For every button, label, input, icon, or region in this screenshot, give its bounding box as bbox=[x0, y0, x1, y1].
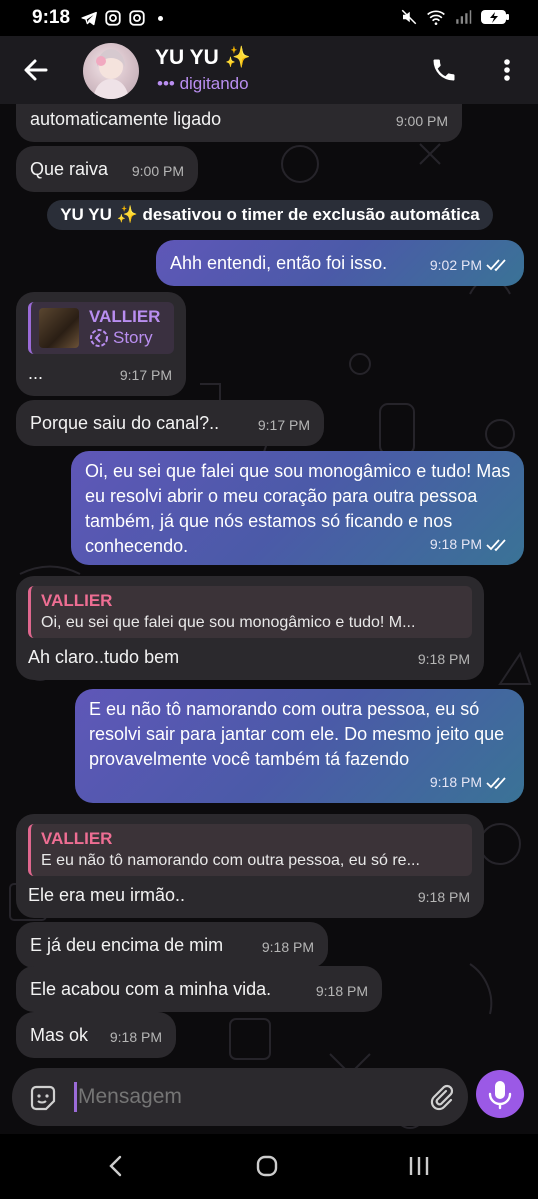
message-incoming[interactable]: VALLIER E eu não tô namorando com outra … bbox=[16, 814, 484, 918]
message-outgoing[interactable]: Oi, eu sei que falei que sou monogâmico … bbox=[71, 451, 524, 565]
typing-status: ••• digitando bbox=[157, 74, 249, 93]
nav-recents-icon[interactable] bbox=[405, 1154, 433, 1178]
story-sender: VALLIER bbox=[89, 307, 161, 326]
contact-name[interactable]: YU YU ✨ bbox=[155, 46, 251, 70]
avatar-image bbox=[93, 49, 129, 99]
message-text: Ah claro..tudo bem bbox=[28, 647, 180, 667]
mute-icon bbox=[401, 9, 417, 25]
reply-quote[interactable]: VALLIER E eu não tô namorando com outra … bbox=[28, 824, 472, 876]
message-input-container[interactable] bbox=[12, 1068, 468, 1126]
service-message: YU YU ✨ desativou o timer de exclusão au… bbox=[47, 200, 493, 230]
message-time: 9:18 PM bbox=[429, 774, 482, 790]
phone-icon[interactable] bbox=[430, 56, 458, 84]
message-input[interactable] bbox=[78, 1082, 408, 1112]
message-time: 9:17 PM bbox=[257, 417, 310, 433]
message-time: 9:18 PM bbox=[315, 983, 368, 999]
nav-back-icon[interactable] bbox=[104, 1154, 128, 1178]
telegram-icon bbox=[81, 11, 97, 26]
reply-text: E eu não tô namorando com outra pessoa, … bbox=[41, 852, 420, 869]
story-label: Story bbox=[113, 328, 153, 347]
message-incoming[interactable]: VALLIER Oi, eu sei que falei que sou mon… bbox=[16, 576, 484, 680]
message-time: 9:18 PM bbox=[417, 651, 470, 667]
microphone-button[interactable] bbox=[476, 1070, 524, 1118]
chat-header: YU YU ✨ ••• digitando bbox=[0, 36, 538, 104]
signal-icon bbox=[456, 10, 472, 24]
reply-quote[interactable]: VALLIER Oi, eu sei que falei que sou mon… bbox=[28, 586, 472, 638]
story-thumbnail bbox=[39, 308, 79, 348]
reply-text: Oi, eu sei que falei que sou monogâmico … bbox=[41, 614, 416, 631]
instagram-icon bbox=[129, 10, 145, 26]
status-time: 9:18 bbox=[32, 7, 71, 28]
message-time: 9:18 PM bbox=[109, 1029, 162, 1045]
text-cursor bbox=[74, 1082, 77, 1112]
message-time: 9:18 PM bbox=[261, 939, 314, 955]
message-incoming[interactable]: automaticamente ligado 9:00 PM bbox=[16, 104, 462, 142]
message-outgoing[interactable]: E eu não tô namorando com outra pessoa, … bbox=[75, 689, 524, 803]
message-incoming[interactable]: VALLIER Story ... 9:17 PM bbox=[16, 292, 186, 396]
more-options-icon[interactable] bbox=[498, 56, 516, 84]
instagram-icon bbox=[105, 10, 121, 26]
message-time: 9:18 PM bbox=[429, 536, 482, 552]
reply-sender: VALLIER bbox=[41, 829, 113, 848]
back-arrow-icon[interactable] bbox=[20, 54, 52, 86]
wifi-icon bbox=[427, 10, 445, 25]
message-time: 9:02 PM bbox=[429, 257, 482, 273]
message-text: automaticamente ligado bbox=[30, 109, 222, 129]
message-time: 9:00 PM bbox=[131, 163, 184, 179]
message-outgoing[interactable]: Ahh entendi, então foi isso. 9:02 PM bbox=[156, 240, 524, 286]
story-preview[interactable]: VALLIER Story bbox=[28, 302, 174, 354]
message-incoming[interactable]: Mas ok 9:18 PM bbox=[16, 1012, 176, 1058]
double-check-icon bbox=[486, 259, 506, 272]
message-text: E eu não tô namorando com outra pessoa, … bbox=[89, 699, 505, 769]
notification-dot-icon bbox=[158, 15, 163, 21]
avatar[interactable] bbox=[83, 43, 139, 99]
status-bar: 9:18 bbox=[0, 0, 538, 36]
battery-icon bbox=[481, 10, 509, 24]
message-time: 9:17 PM bbox=[119, 367, 172, 383]
reply-sender: VALLIER bbox=[41, 591, 113, 610]
story-icon bbox=[90, 329, 108, 347]
nav-home-icon[interactable] bbox=[255, 1154, 279, 1178]
message-composer bbox=[0, 1062, 538, 1134]
system-nav-bar bbox=[0, 1134, 538, 1199]
message-time: 9:18 PM bbox=[417, 889, 470, 905]
message-incoming[interactable]: Que raiva 9:00 PM bbox=[16, 146, 198, 192]
attachment-icon[interactable] bbox=[426, 1082, 456, 1112]
message-time: 9:00 PM bbox=[395, 113, 448, 129]
microphone-icon bbox=[488, 1081, 512, 1110]
message-incoming[interactable]: E já deu encima de mim 9:18 PM bbox=[16, 922, 328, 968]
chat-area[interactable]: automaticamente ligado 9:00 PM Que raiva… bbox=[0, 104, 538, 1148]
message-incoming[interactable]: Ele acabou com a minha vida. 9:18 PM bbox=[16, 966, 382, 1012]
sticker-emoji-icon[interactable] bbox=[28, 1083, 58, 1113]
double-check-icon bbox=[486, 776, 506, 789]
double-check-icon bbox=[486, 538, 506, 551]
message-incoming[interactable]: Porque saiu do canal?.. 9:17 PM bbox=[16, 400, 324, 446]
message-text: Ele era meu irmão.. bbox=[28, 885, 186, 905]
